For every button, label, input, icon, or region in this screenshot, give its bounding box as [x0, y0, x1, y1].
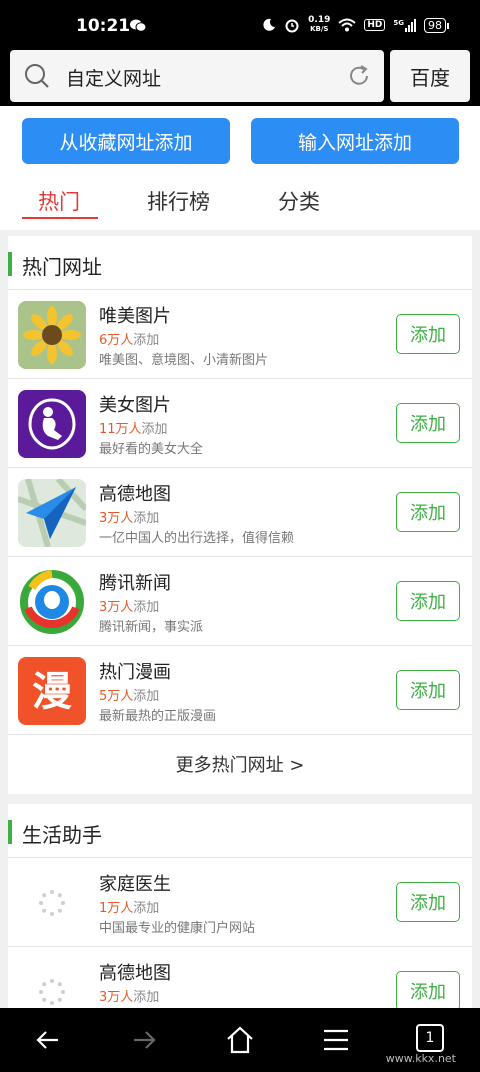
- forward-icon[interactable]: [128, 1024, 160, 1056]
- search-engine-button[interactable]: 百度: [390, 50, 470, 102]
- home-icon[interactable]: [224, 1024, 256, 1056]
- section-marker: [8, 820, 12, 844]
- search-icon: [25, 64, 49, 88]
- item-users: 1万人添加: [99, 901, 160, 916]
- item-desc: 唯美图、意境图、小清新图片: [99, 353, 269, 368]
- section-title: 生活助手: [22, 823, 102, 847]
- svg-text:漫: 漫: [32, 669, 72, 715]
- item-users: 3万人添加: [99, 600, 160, 615]
- hot-sites-card: 热门网址 唯美图片 6万人添加 唯美图、意境图、小清新图片 添加 美女图片 11…: [8, 236, 472, 794]
- tab-category[interactable]: 分类: [278, 186, 320, 216]
- hd-badge: HD: [364, 19, 386, 31]
- add-button[interactable]: 添加: [396, 670, 460, 710]
- add-button[interactable]: 添加: [396, 492, 460, 532]
- item-name: 唯美图片: [99, 306, 171, 327]
- item-users: 5万人添加: [99, 689, 160, 704]
- item-desc: 腾讯新闻，事实派: [99, 620, 204, 635]
- item-desc: 一亿中国人的出行选择，值得信赖: [99, 531, 295, 546]
- tab-ranking[interactable]: 排行榜: [147, 186, 210, 216]
- list-item[interactable]: 美女图片 11万人添加 最好看的美女大全 添加: [8, 379, 472, 468]
- loading-spinner-icon: [39, 890, 65, 916]
- wechat-icon: [130, 19, 146, 32]
- list-item[interactable]: 漫 热门漫画 5万人添加 最新最热的正版漫画 添加: [8, 646, 472, 735]
- add-button[interactable]: 添加: [396, 971, 460, 1008]
- moon-icon: [263, 18, 276, 31]
- item-desc: 中国最专业的健康门户网站: [99, 921, 256, 936]
- manhua-icon: 漫: [18, 657, 86, 725]
- section-title: 热门网址: [22, 255, 102, 279]
- add-by-url-button[interactable]: 输入网址添加: [251, 118, 459, 164]
- signal-icon: 5G: [393, 18, 416, 32]
- paper-plane-map-icon: [18, 479, 86, 547]
- add-button[interactable]: 添加: [396, 314, 460, 354]
- add-button[interactable]: 添加: [396, 403, 460, 443]
- status-icons: 0.19 KB/S HD 5G 98: [262, 15, 449, 34]
- item-users: 3万人添加: [99, 990, 160, 1005]
- wifi-icon: [338, 18, 357, 32]
- item-desc: 最新最热的正版漫画: [99, 709, 217, 724]
- life-helper-header: 生活助手: [8, 804, 472, 858]
- section-marker: [8, 252, 12, 276]
- beauty-silhouette-icon: [18, 390, 86, 458]
- tencent-news-icon: [18, 568, 86, 636]
- menu-icon[interactable]: [320, 1024, 352, 1056]
- item-users: 3万人添加: [99, 511, 160, 526]
- list-item[interactable]: 家庭医生 1万人添加 中国最专业的健康门户网站 添加: [8, 858, 472, 947]
- item-name: 家庭医生: [99, 874, 171, 895]
- item-name: 高德地图: [99, 963, 171, 984]
- tab-bar: 热门 排行榜 分类: [0, 178, 480, 224]
- list-item[interactable]: 高德地图 3万人添加 添加: [8, 947, 472, 1008]
- life-helper-card: 生活助手 家庭医生 1万人添加 中国最专业的健康门户网站 添加 高德地图 3万人…: [8, 804, 472, 1008]
- list-item[interactable]: 高德地图 3万人添加 一亿中国人的出行选择，值得信赖 添加: [8, 468, 472, 557]
- add-button[interactable]: 添加: [396, 882, 460, 922]
- tab-count-badge: 1: [416, 1024, 444, 1052]
- address-bar[interactable]: 自定义网址: [10, 50, 384, 102]
- add-button[interactable]: 添加: [396, 581, 460, 621]
- battery-indicator: 98: [424, 17, 449, 33]
- watermark: www.kkx.net: [385, 1052, 456, 1065]
- refresh-icon[interactable]: [346, 63, 372, 89]
- back-icon[interactable]: [32, 1024, 64, 1056]
- net-speed: 0.19 KB/S: [308, 15, 331, 34]
- status-time: 10:21: [76, 16, 131, 36]
- address-text: 自定义网址: [66, 68, 162, 90]
- item-users: 6万人添加: [99, 333, 160, 348]
- list-item[interactable]: 腾讯新闻 3万人添加 腾讯新闻，事实派 添加: [8, 557, 472, 646]
- tab-hot[interactable]: 热门: [38, 186, 80, 216]
- item-name: 腾讯新闻: [99, 573, 171, 594]
- active-tab-indicator: [22, 217, 98, 219]
- list-area: 热门网址 唯美图片 6万人添加 唯美图、意境图、小清新图片 添加 美女图片 11…: [0, 230, 480, 1008]
- item-desc: 最好看的美女大全: [99, 442, 204, 457]
- hot-sites-header: 热门网址: [8, 236, 472, 290]
- more-hot-sites-link[interactable]: 更多热门网址 >: [8, 735, 472, 793]
- top-bar: 自定义网址 百度: [0, 50, 480, 106]
- add-from-favorites-button[interactable]: 从收藏网址添加: [22, 118, 230, 164]
- status-bar: 10:21 0.19 KB/S HD 5G 98: [0, 0, 480, 50]
- page-content: 从收藏网址添加 输入网址添加 热门 排行榜 分类 热门网址 唯美图片 6万人添加…: [0, 106, 480, 1008]
- list-item[interactable]: 唯美图片 6万人添加 唯美图、意境图、小清新图片 添加: [8, 290, 472, 379]
- item-name: 热门漫画: [99, 662, 171, 683]
- item-users: 11万人添加: [99, 422, 168, 437]
- sunflower-icon: [18, 301, 86, 369]
- item-name: 高德地图: [99, 484, 171, 505]
- item-name: 美女图片: [99, 395, 171, 416]
- alarm-icon: [285, 19, 299, 33]
- loading-spinner-icon: [39, 979, 65, 1005]
